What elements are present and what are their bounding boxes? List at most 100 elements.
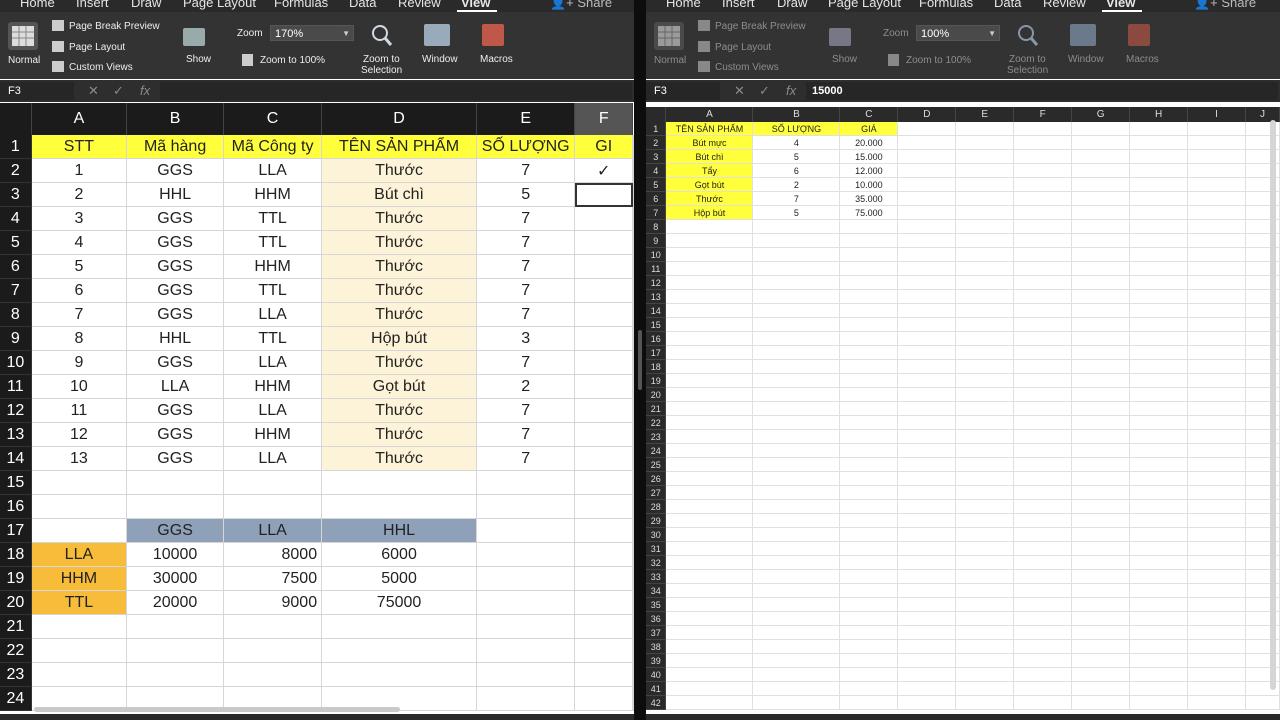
tab-draw[interactable]: Draw — [131, 0, 161, 11]
tab-draw[interactable]: Draw — [777, 0, 807, 11]
cell-b31[interactable] — [752, 541, 841, 556]
page-layout-button[interactable]: Page Layout — [69, 42, 125, 53]
cell-h35[interactable] — [1129, 597, 1189, 612]
tab-formulas[interactable]: Formulas — [274, 0, 328, 11]
cell-d4[interactable]: Thước — [321, 206, 477, 231]
cell-a31[interactable] — [665, 541, 754, 556]
cell-g32[interactable] — [1071, 555, 1131, 570]
cell-d11[interactable]: Gọt bút — [321, 374, 477, 399]
cell-g17[interactable] — [1071, 345, 1131, 360]
cell-c23[interactable] — [839, 429, 899, 444]
cell-g24[interactable] — [1071, 443, 1131, 458]
cell-c21[interactable] — [839, 401, 899, 416]
cancel-icon[interactable]: ✕ — [734, 82, 745, 100]
cell-c40[interactable] — [839, 667, 899, 682]
cell-b37[interactable] — [752, 625, 841, 640]
cell-e22[interactable] — [476, 638, 576, 663]
cell-f7[interactable] — [1013, 205, 1073, 220]
cell-c20[interactable] — [839, 387, 899, 402]
share-button[interactable]: 👤+ Share — [550, 0, 612, 11]
cell-i32[interactable] — [1187, 555, 1246, 570]
cell-d34[interactable] — [897, 583, 957, 598]
cell-b38[interactable] — [752, 639, 841, 654]
divider-handle[interactable] — [638, 330, 642, 390]
cell-d16[interactable] — [897, 331, 957, 346]
cell-f17[interactable] — [1013, 345, 1073, 360]
cell-d27[interactable] — [897, 485, 957, 500]
cell-f20[interactable] — [574, 590, 633, 615]
cell-d33[interactable] — [897, 569, 957, 584]
cell-h14[interactable] — [1129, 303, 1189, 318]
cell-d9[interactable] — [897, 233, 957, 248]
custom-views-button[interactable]: Custom Views — [69, 62, 133, 73]
cell-f6[interactable] — [1013, 191, 1073, 206]
row-header[interactable]: 1 — [0, 135, 32, 159]
page-break-preview-button[interactable]: Page Break Preview — [715, 21, 806, 32]
cell-a3[interactable]: 2 — [31, 182, 128, 207]
column-header-d[interactable]: D — [897, 107, 957, 122]
cell-d5[interactable] — [897, 177, 957, 192]
cell-b40[interactable] — [752, 667, 841, 682]
cell-e7[interactable] — [955, 205, 1015, 220]
cell-e9[interactable]: 3 — [476, 326, 576, 351]
cell-g33[interactable] — [1071, 569, 1131, 584]
cell-c26[interactable] — [839, 471, 899, 486]
cell-d10[interactable]: Thước — [321, 350, 477, 375]
cell-c32[interactable] — [839, 555, 899, 570]
cell-i27[interactable] — [1187, 485, 1246, 500]
cell-i28[interactable] — [1187, 499, 1246, 514]
cell-a37[interactable] — [665, 625, 754, 640]
cell-c5[interactable]: 10.000 — [839, 177, 899, 192]
cell-c12[interactable]: LLA — [223, 398, 323, 423]
cell-f38[interactable] — [1013, 639, 1073, 654]
cell-h19[interactable] — [1129, 373, 1189, 388]
cell-a24[interactable] — [665, 443, 754, 458]
cell-c19[interactable]: 7500 — [223, 566, 323, 591]
row-header[interactable]: 30 — [646, 527, 667, 542]
cell-h15[interactable] — [1129, 317, 1189, 332]
cell-f31[interactable] — [1013, 541, 1073, 556]
cell-d16[interactable] — [321, 494, 477, 519]
cell-h32[interactable] — [1129, 555, 1189, 570]
cell-a33[interactable] — [665, 569, 754, 584]
cell-h4[interactable] — [1129, 163, 1189, 178]
cell-e8[interactable]: 7 — [476, 302, 576, 327]
cell-b17[interactable]: GGS — [126, 518, 225, 543]
cell-g26[interactable] — [1071, 471, 1131, 486]
cell-i15[interactable] — [1187, 317, 1246, 332]
cell-i37[interactable] — [1187, 625, 1246, 640]
cell-b11[interactable]: LLA — [126, 374, 225, 399]
cell-d29[interactable] — [897, 513, 957, 528]
cell-h30[interactable] — [1129, 527, 1189, 542]
cell-e15[interactable] — [476, 470, 576, 495]
cell-g42[interactable] — [1071, 695, 1131, 710]
vertical-scrollbar[interactable] — [1270, 120, 1276, 690]
cell-f9[interactable] — [1013, 233, 1073, 248]
cell-e19[interactable] — [476, 566, 576, 591]
row-header[interactable]: 10 — [646, 247, 667, 262]
row-header[interactable]: 38 — [646, 639, 667, 654]
cell-g7[interactable] — [1071, 205, 1131, 220]
cell-a42[interactable] — [665, 695, 754, 710]
cell-b7[interactable]: GGS — [126, 278, 225, 303]
cell-h7[interactable] — [1129, 205, 1189, 220]
cell-e4[interactable]: 7 — [476, 206, 576, 231]
cell-a15[interactable] — [31, 470, 128, 495]
tab-review[interactable]: Review — [398, 0, 441, 11]
cell-b29[interactable] — [752, 513, 841, 528]
cell-a4[interactable]: 3 — [31, 206, 128, 231]
cell-g35[interactable] — [1071, 597, 1131, 612]
cell-d23[interactable] — [321, 662, 477, 687]
row-header[interactable]: 7 — [646, 205, 667, 220]
cell-b24[interactable] — [752, 443, 841, 458]
cell-a17[interactable] — [665, 345, 754, 360]
cell-h27[interactable] — [1129, 485, 1189, 500]
cell-e33[interactable] — [955, 569, 1015, 584]
cell-i16[interactable] — [1187, 331, 1246, 346]
cell-c10[interactable]: LLA — [223, 350, 323, 375]
tab-insert[interactable]: Insert — [722, 0, 755, 11]
cell-g15[interactable] — [1071, 317, 1131, 332]
cell-g27[interactable] — [1071, 485, 1131, 500]
cell-d13[interactable] — [897, 289, 957, 304]
row-header[interactable]: 21 — [0, 614, 32, 639]
